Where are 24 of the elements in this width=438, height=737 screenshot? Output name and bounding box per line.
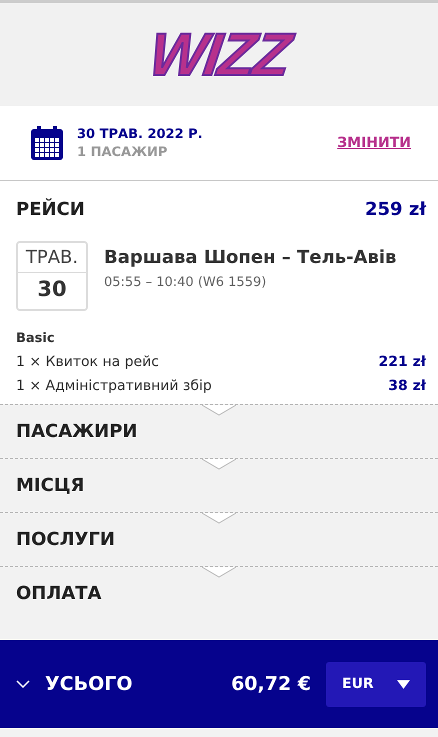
item-price: 221 zł	[378, 354, 426, 370]
logo: WIZZ	[144, 20, 294, 89]
currency-dropdown[interactable]: EUR	[326, 662, 426, 706]
booking-date: 30 ТРАВ. 2022 Р.	[77, 126, 204, 142]
chevron-down-icon[interactable]	[16, 680, 30, 688]
date-day: 30	[37, 273, 67, 301]
total-label: УСЬОГО	[45, 673, 134, 695]
flights-total: 259 zł	[365, 198, 426, 220]
route-title: Варшава Шопен – Тель-Авів	[104, 247, 396, 268]
section-title: РЕЙСИ	[16, 198, 85, 220]
notch-icon	[202, 566, 236, 578]
passenger-count: 1 ПАСАЖИР	[77, 144, 168, 160]
item-label: 1 × Адміністративний збір	[16, 378, 212, 394]
caret-icon	[397, 680, 410, 688]
total-amount: 60,72 €	[231, 673, 311, 695]
flight-times: 05:55 – 10:40 (W6 1559)	[104, 275, 268, 290]
item-label: 1 × Квиток на рейс	[16, 354, 159, 370]
calendar-icon	[31, 126, 63, 160]
notch-icon	[202, 512, 236, 524]
change-link[interactable]: ЗМІНИТИ	[337, 135, 411, 151]
item-price: 38 zł	[388, 378, 426, 394]
date-month: ТРАВ.	[18, 243, 86, 273]
notch-icon	[202, 458, 236, 470]
fare-name: Basic	[16, 331, 56, 346]
